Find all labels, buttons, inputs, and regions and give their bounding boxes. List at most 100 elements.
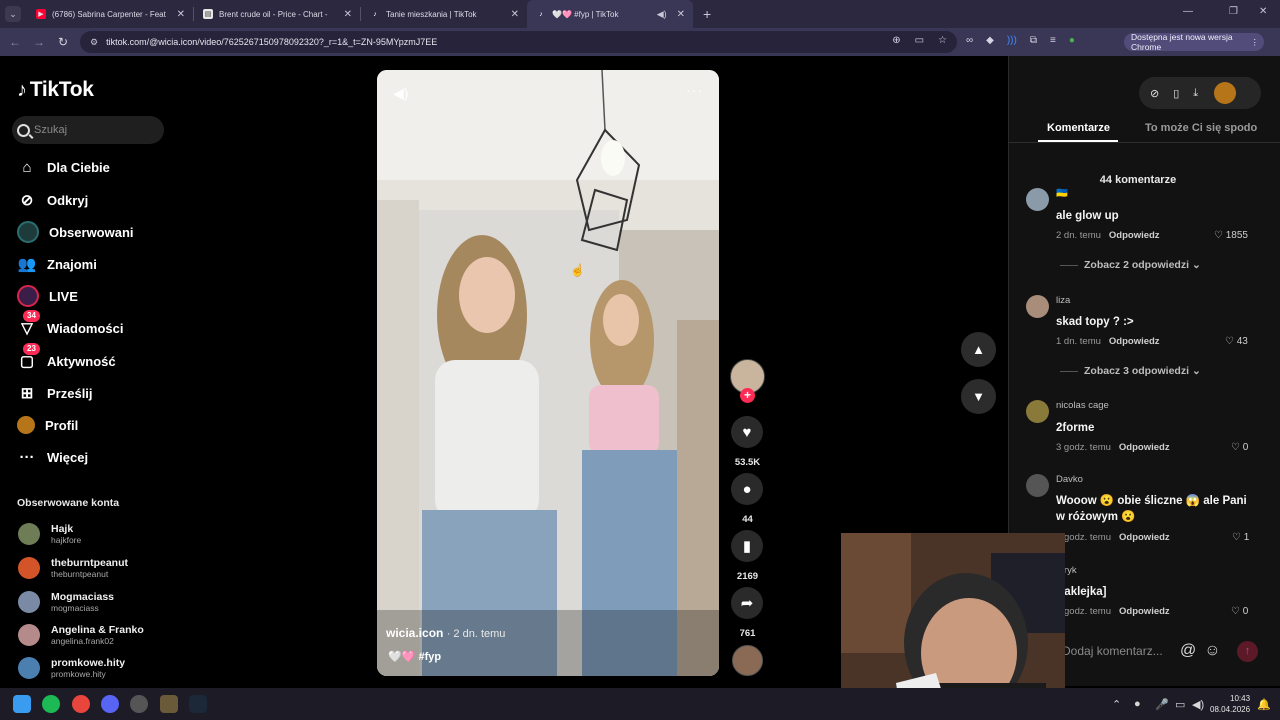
extension-glasses-icon[interactable]: ∞ — [966, 35, 973, 46]
windows-start-icon[interactable] — [13, 695, 31, 713]
extension-speech-icon[interactable]: ))) — [1007, 35, 1017, 46]
follow-plus-icon[interactable]: + — [740, 388, 755, 403]
taskbar-clock[interactable]: 10:43 08.04.2026 — [1210, 693, 1250, 715]
tab-search-button[interactable]: ⌄ — [5, 6, 21, 22]
steam-icon[interactable] — [189, 695, 207, 713]
game-icon[interactable] — [160, 695, 178, 713]
extensions-puzzle-icon[interactable]: ⧉ — [1030, 35, 1037, 46]
tiktok-logo[interactable]: ♪ TikTok — [17, 78, 94, 102]
save-button[interactable]: ▮ 2169 — [731, 530, 764, 582]
music-disc-avatar[interactable] — [732, 645, 763, 676]
obs-icon[interactable] — [130, 695, 148, 713]
tray-expand-icon[interactable]: ⌃ — [1112, 698, 1121, 711]
discord-icon[interactable] — [101, 695, 119, 713]
avatar[interactable] — [1026, 474, 1049, 497]
extension-diamond-icon[interactable]: ◆ — [986, 35, 994, 46]
send-button[interactable]: ↑ — [1237, 641, 1258, 662]
cast-icon[interactable]: ▭ — [915, 35, 924, 46]
video-caption[interactable]: 🤍🩷 #fyp — [388, 650, 441, 663]
author-name[interactable]: wicia.icon — [386, 626, 443, 640]
nav-explore[interactable]: ⊘ Odkryj — [17, 189, 88, 211]
comment-button[interactable]: ● 44 — [731, 473, 764, 525]
nav-friends[interactable]: 👥 Znajomi — [17, 253, 97, 275]
share-button[interactable]: ➦ 761 — [731, 587, 764, 639]
chrome-update-button[interactable]: Dostępna jest nowa wersja Chrome ⋮ — [1124, 32, 1264, 52]
nav-live[interactable]: LIVE — [17, 285, 78, 307]
close-icon[interactable]: ✕ — [177, 9, 185, 20]
tab-tiktok-fyp[interactable]: ♪ 🤍🩷 #fyp | TikTok ◀) ✕ — [527, 0, 693, 28]
close-icon[interactable]: ✕ — [511, 9, 519, 20]
nav-upload[interactable]: ⊞ Prześlij — [17, 382, 93, 404]
tab-comments[interactable]: Komentarze — [1047, 122, 1110, 134]
profile-avatar[interactable] — [1214, 82, 1237, 104]
comment-like[interactable]: ♡ 43 — [1225, 336, 1248, 347]
nav-profile[interactable]: Profil — [17, 414, 78, 436]
previous-video-button[interactable]: ▲ — [961, 332, 996, 367]
spotify-icon[interactable] — [42, 695, 60, 713]
comment-user[interactable]: nicolas cage — [1056, 400, 1109, 411]
tab-tiktok-mieszkania[interactable]: ♪ Tanie mieszkania | TikTok ✕ — [361, 0, 527, 28]
nav-following[interactable]: Obserwowani — [17, 221, 134, 243]
video-author[interactable]: wicia.icon · 2 dn. temu — [386, 626, 505, 640]
reply-button[interactable]: Odpowiedz — [1119, 442, 1170, 453]
comment-like[interactable]: ♡ 1 — [1232, 532, 1249, 543]
next-video-button[interactable]: ▼ — [961, 379, 996, 414]
new-tab-button[interactable]: + — [703, 6, 711, 22]
video-player[interactable]: ◀) ··· wicia.icon · 2 dn. temu 🤍🩷 #fyp — [377, 70, 719, 676]
mention-icon[interactable]: @ — [1180, 642, 1196, 660]
notification-bell-icon[interactable]: 🔔 — [1257, 698, 1271, 711]
search-input[interactable]: Szukaj — [12, 116, 164, 144]
followed-account[interactable]: theburntpeanut theburntpeanut — [18, 555, 128, 581]
menu-dots-icon[interactable]: ⋮ — [1251, 37, 1260, 48]
comment-like[interactable]: ♡ 0 — [1231, 606, 1248, 617]
chrome-icon[interactable] — [72, 695, 90, 713]
nav-activity[interactable]: ▢ 23 Aktywność — [17, 343, 116, 372]
speaker-icon[interactable]: ◀) — [657, 9, 667, 20]
tab-youtube[interactable]: ▶ (6786) Sabrina Carpenter - Feat ✕ — [27, 0, 193, 28]
reply-button[interactable]: Odpowiedz — [1119, 532, 1170, 543]
avatar[interactable] — [1026, 295, 1049, 318]
nav-for-you[interactable]: ⌂ Dla Ciebie — [17, 156, 109, 178]
download-icon[interactable]: ⤓ — [1193, 87, 1198, 100]
close-window-icon[interactable]: ✕ — [1259, 6, 1267, 17]
zoom-icon[interactable]: ⊕ — [892, 35, 900, 46]
close-icon[interactable]: ✕ — [677, 9, 685, 20]
avatar[interactable] — [1026, 188, 1049, 211]
view-replies-button[interactable]: Zobacz 2 odpowiedzi ⌄ — [1060, 259, 1201, 271]
followed-account[interactable]: Mogmaciass mogmaciass — [18, 589, 114, 615]
reply-button[interactable]: Odpowiedz — [1109, 230, 1160, 241]
emoji-icon[interactable]: ☺ — [1204, 642, 1220, 660]
followed-account[interactable]: promkowe.hity promkowe.hity — [18, 655, 125, 681]
tab-related[interactable]: To może Ci się spodo — [1145, 122, 1260, 134]
back-icon[interactable]: ← — [3, 35, 27, 49]
followed-account[interactable]: Angelina & Franko angelina.frank02 — [18, 622, 144, 648]
volume-icon[interactable]: ◀) — [1192, 698, 1204, 711]
phone-icon[interactable]: ▯ — [1173, 87, 1179, 100]
reply-button[interactable]: Odpowiedz — [1119, 606, 1170, 617]
media-control-icon[interactable]: ≡ — [1050, 35, 1056, 46]
forward-icon[interactable]: → — [27, 35, 51, 49]
restore-icon[interactable]: ❐ — [1229, 6, 1238, 17]
nav-more[interactable]: ··· Więcej — [17, 446, 89, 468]
profile-avatar-icon[interactable]: ● — [1069, 35, 1075, 46]
microphone-icon[interactable]: 🎤 — [1155, 698, 1169, 711]
avatar[interactable] — [1026, 400, 1049, 423]
like-button[interactable]: ♥ 53.5K — [731, 416, 764, 468]
minimize-icon[interactable]: — — [1183, 6, 1193, 17]
network-icon[interactable]: ▭ — [1175, 698, 1185, 711]
followed-account[interactable]: Hajk hajkfore — [18, 521, 81, 547]
comment-user[interactable]: 🇺🇦 — [1056, 188, 1068, 199]
view-replies-button[interactable]: Zobacz 3 odpowiedzi ⌄ — [1060, 365, 1201, 377]
reply-button[interactable]: Odpowiedz — [1109, 336, 1160, 347]
comment-user[interactable]: Davko — [1056, 474, 1083, 485]
comment-like[interactable]: ♡ 0 — [1231, 442, 1248, 453]
address-bar[interactable]: ⚙ tiktok.com/@wicia.icon/video/762526715… — [80, 31, 957, 53]
volume-icon[interactable]: ◀) — [393, 85, 408, 102]
comment-user[interactable]: liza — [1056, 295, 1070, 306]
compass-icon[interactable]: ⊘ — [1150, 87, 1159, 100]
comment-like[interactable]: ♡ 1855 — [1214, 230, 1248, 241]
close-icon[interactable]: ✕ — [344, 9, 352, 20]
bookmark-star-icon[interactable]: ☆ — [938, 35, 947, 46]
reload-icon[interactable]: ↻ — [51, 35, 75, 49]
more-options-icon[interactable]: ··· — [686, 82, 703, 98]
